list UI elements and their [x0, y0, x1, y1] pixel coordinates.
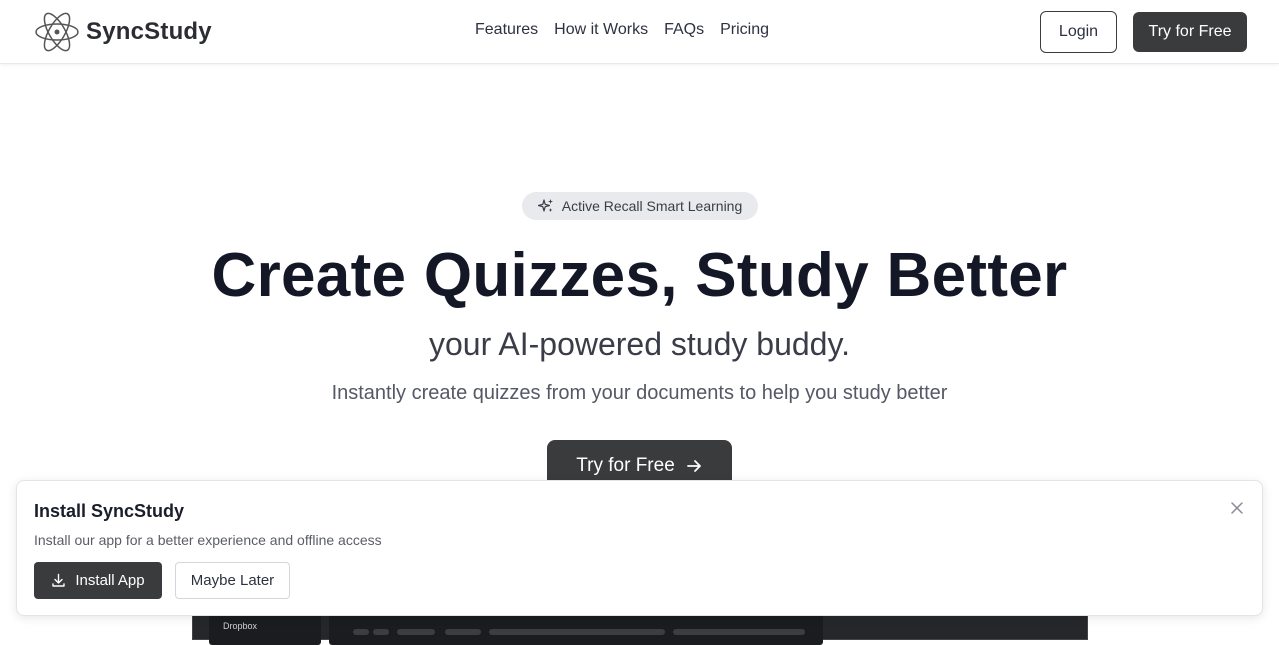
- atom-icon: [35, 12, 79, 52]
- hero-description: Instantly create quizzes from your docum…: [331, 382, 948, 404]
- preview-toolbar-item: [489, 629, 665, 635]
- hero-subtitle: your AI-powered study buddy.: [429, 326, 850, 362]
- preview-toolbar-item: [353, 629, 369, 635]
- main-nav: Features How it Works FAQs Pricing: [475, 21, 769, 39]
- install-app-button[interactable]: Install App: [34, 562, 162, 599]
- badge-label: Active Recall Smart Learning: [561, 198, 743, 214]
- preview-toolbar-item: [673, 629, 805, 635]
- feature-badge: Active Recall Smart Learning: [522, 192, 758, 220]
- arrow-right-icon: [686, 460, 701, 472]
- install-app-prompt: Install SyncStudy Install our app for a …: [16, 480, 1263, 616]
- maybe-later-button[interactable]: Maybe Later: [175, 562, 290, 599]
- site-header: SyncStudy Features How it Works FAQs Pri…: [0, 0, 1279, 64]
- brand-name: SyncStudy: [86, 18, 212, 45]
- brand[interactable]: SyncStudy: [34, 7, 212, 57]
- hero-title: Create Quizzes, Study Better: [211, 241, 1068, 310]
- install-description: Install our app for a better experience …: [34, 532, 382, 548]
- preview-toolbar-item: [445, 629, 481, 635]
- try-for-free-header-button[interactable]: Try for Free: [1133, 12, 1247, 52]
- login-button[interactable]: Login: [1040, 11, 1117, 53]
- install-app-label: Install App: [75, 572, 145, 589]
- cta-label: Try for Free: [576, 455, 675, 476]
- download-icon: [52, 573, 66, 587]
- nav-faqs[interactable]: FAQs: [664, 21, 704, 39]
- sparkles-icon: [537, 199, 553, 212]
- preview-toolbar-item: [397, 629, 435, 635]
- nav-how-it-works[interactable]: How it Works: [554, 21, 648, 39]
- nav-pricing[interactable]: Pricing: [720, 21, 769, 39]
- nav-features[interactable]: Features: [475, 21, 538, 39]
- preview-toolbar-item: [373, 629, 389, 635]
- close-icon[interactable]: [1227, 498, 1247, 518]
- preview-sidebar-label: Dropbox: [223, 621, 258, 631]
- install-title: Install SyncStudy: [34, 501, 185, 521]
